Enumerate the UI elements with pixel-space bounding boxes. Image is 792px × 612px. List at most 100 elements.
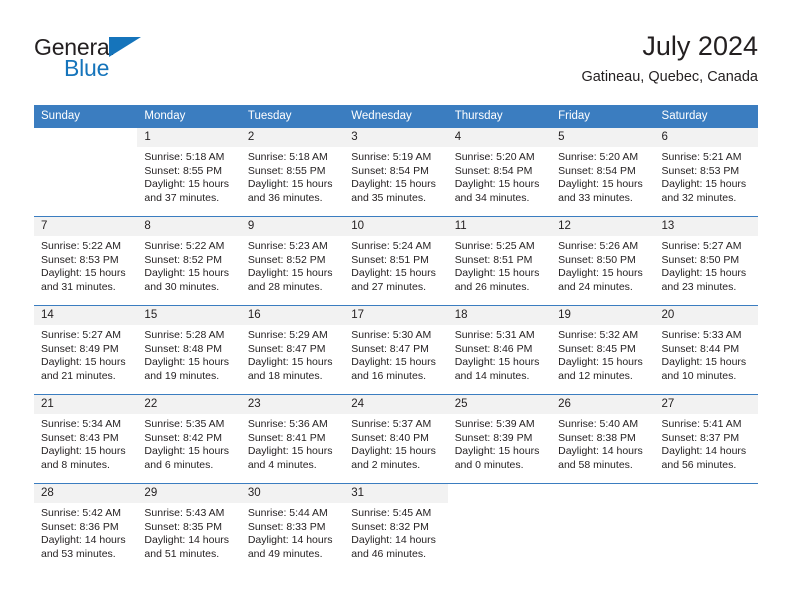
day-cell-inner: 11 Sunrise: 5:25 AM Sunset: 8:51 PM Dayligh… [447,216,552,305]
weekday-header-thursday: Thursday [447,105,552,127]
day-cell-inner: 5 Sunrise: 5:20 AM Sunset: 8:54 PM Daylight… [551,127,655,216]
daylight-text-line2: and 49 minutes. [247,547,323,560]
calendar-day-cell[interactable]: 23 Sunrise: 5:36 AM Sunset: 8:41 PM Dayligh… [240,394,345,483]
day-number: 3 [344,128,448,147]
day-details: Sunrise: 5:45 AM Sunset: 8:32 PM Daylight:… [344,503,447,561]
sunrise-text: Sunrise: 5:31 AM [454,329,535,341]
daylight-text-line2: and 19 minutes. [144,369,220,382]
daylight-text-line1: Daylight: 15 hours [661,356,747,369]
calendar-day-cell[interactable]: 8 Sunrise: 5:22 AM Sunset: 8:52 PM Daylight… [137,216,241,305]
day-details: Sunrise: 5:27 AM Sunset: 8:49 PM Daylight:… [34,325,137,383]
daylight-text-line2: and 14 minutes. [454,369,530,382]
daylight-text-line2: and 24 minutes. [558,280,633,293]
calendar-head: Sunday Monday Tuesday Wednesday Thursday… [34,105,758,127]
sunrise-text: Sunrise: 5:27 AM [41,329,121,341]
calendar-day-cell[interactable]: 15 Sunrise: 5:28 AM Sunset: 8:48 PM Dayligh… [137,305,241,394]
day-number: 19 [551,306,655,325]
calendar-day-cell[interactable]: 24 Sunrise: 5:37 AM Sunset: 8:40 PM Dayligh… [344,394,448,483]
calendar-day-cell[interactable]: 17 Sunrise: 5:30 AM Sunset: 8:47 PM Dayligh… [344,305,448,394]
day-details: Sunrise: 5:33 AM Sunset: 8:44 PM Daylight:… [655,325,758,383]
sunrise-text: Sunrise: 5:25 AM [454,240,535,252]
daylight-text-line2: and 16 minutes. [351,369,426,382]
calendar-day-cell[interactable]: 13 Sunrise: 5:27 AM Sunset: 8:50 PM Dayligh… [654,216,758,305]
sunset-text: Sunset: 8:38 PM [558,431,636,444]
page-title: July 2024 [642,31,758,61]
daylight-text-line1: Daylight: 15 hours [351,178,436,191]
daylight-text-line1: Daylight: 14 hours [41,534,126,547]
title-block: July 2024 Gatineau, Quebec, Canada [581,30,758,88]
calendar-day-cell[interactable]: 5 Sunrise: 5:20 AM Sunset: 8:54 PM Daylight… [551,127,655,216]
daylight-text-line2: and 46 minutes. [351,547,426,560]
calendar-day-cell[interactable]: 21 Sunrise: 5:34 AM Sunset: 8:43 PM Dayligh… [34,394,138,483]
calendar-day-cell[interactable]: 6 Sunrise: 5:21 AM Sunset: 8:53 PM Daylight… [654,127,758,216]
calendar-day-cell[interactable]: 14 Sunrise: 5:27 AM Sunset: 8:49 PM Dayligh… [34,305,138,394]
calendar-day-cell[interactable]: 25 Sunrise: 5:39 AM Sunset: 8:39 PM Dayligh… [447,394,552,483]
calendar-day-cell[interactable]: 16 Sunrise: 5:29 AM Sunset: 8:47 PM Dayligh… [240,305,345,394]
daylight-text-line1: Daylight: 15 hours [144,356,230,369]
daylight-text-line2: and 36 minutes. [247,191,323,204]
calendar-table: Sunday Monday Tuesday Wednesday Thursday… [34,105,758,572]
daylight-text-line2: and 58 minutes. [558,458,633,471]
daylight-text-line2: and 21 minutes. [41,369,116,382]
calendar-day-cell[interactable]: 19 Sunrise: 5:32 AM Sunset: 8:45 PM Dayligh… [551,305,655,394]
daylight-text-line1: Daylight: 15 hours [351,267,436,280]
day-details: Sunrise: 5:34 AM Sunset: 8:43 PM Daylight:… [34,414,137,472]
day-cell-inner [654,483,758,572]
day-details: Sunrise: 5:41 AM Sunset: 8:37 PM Daylight:… [655,414,758,472]
calendar-week-row: 14 Sunrise: 5:27 AM Sunset: 8:49 PM Dayligh… [34,305,758,394]
daylight-text-line2: and 37 minutes. [144,191,220,204]
sunset-text: Sunset: 8:36 PM [41,520,119,533]
daylight-text-line1: Daylight: 15 hours [661,267,747,280]
calendar-day-cell[interactable]: 3 Sunrise: 5:19 AM Sunset: 8:54 PM Daylight… [344,127,448,216]
sunset-text: Sunset: 8:35 PM [144,520,223,533]
day-cell-inner: 6 Sunrise: 5:21 AM Sunset: 8:53 PM Daylight… [654,127,758,216]
calendar-day-cell[interactable]: 12 Sunrise: 5:26 AM Sunset: 8:50 PM Dayligh… [551,216,655,305]
sunrise-text: Sunrise: 5:27 AM [661,240,742,252]
calendar-day-cell[interactable]: 9 Sunrise: 5:23 AM Sunset: 8:52 PM Daylight… [240,216,345,305]
calendar-day-cell[interactable]: 28 Sunrise: 5:42 AM Sunset: 8:36 PM Dayligh… [34,483,138,572]
daylight-text-line1: Daylight: 15 hours [558,267,643,280]
calendar-day-cell[interactable]: 22 Sunrise: 5:35 AM Sunset: 8:42 PM Dayligh… [137,394,241,483]
calendar-day-cell[interactable]: 30 Sunrise: 5:44 AM Sunset: 8:33 PM Dayligh… [240,483,345,572]
sunrise-text: Sunrise: 5:32 AM [558,329,639,341]
calendar-day-cell[interactable]: 29 Sunrise: 5:43 AM Sunset: 8:35 PM Dayligh… [137,483,241,572]
calendar-cell-empty [447,483,552,572]
sunrise-text: Sunrise: 5:18 AM [144,151,225,163]
day-details: Sunrise: 5:32 AM Sunset: 8:45 PM Daylight:… [551,325,654,383]
sunset-text: Sunset: 8:40 PM [351,431,429,444]
sunset-text: Sunset: 8:51 PM [351,253,429,266]
logo-flag-icon [109,37,141,57]
calendar-day-cell[interactable]: 11 Sunrise: 5:25 AM Sunset: 8:51 PM Dayligh… [447,216,552,305]
sunset-text: Sunset: 8:53 PM [661,164,740,177]
calendar-day-cell[interactable]: 4 Sunrise: 5:20 AM Sunset: 8:54 PM Daylight… [447,127,552,216]
day-details: Sunrise: 5:37 AM Sunset: 8:40 PM Daylight:… [344,414,447,472]
calendar-day-cell[interactable]: 1 Sunrise: 5:18 AM Sunset: 8:55 PM Daylight… [137,127,241,216]
daylight-text-line2: and 6 minutes. [144,458,214,471]
calendar-day-cell[interactable]: 27 Sunrise: 5:41 AM Sunset: 8:37 PM Dayligh… [654,394,758,483]
weekday-header-saturday: Saturday [654,105,758,127]
daylight-text-line2: and 12 minutes. [558,369,633,382]
calendar-day-cell[interactable]: 31 Sunrise: 5:45 AM Sunset: 8:32 PM Dayligh… [344,483,448,572]
general-blue-logo[interactable]: General Blue [34,34,234,86]
calendar-day-cell[interactable]: 7 Sunrise: 5:22 AM Sunset: 8:53 PM Daylight… [34,216,138,305]
sunset-text: Sunset: 8:32 PM [351,520,429,533]
sunset-text: Sunset: 8:33 PM [247,520,326,533]
daylight-text-line2: and 56 minutes. [661,458,737,471]
day-number [448,484,551,503]
calendar-day-cell[interactable]: 2 Sunrise: 5:18 AM Sunset: 8:55 PM Daylight… [240,127,345,216]
day-cell-inner: 17 Sunrise: 5:30 AM Sunset: 8:47 PM Dayligh… [344,305,448,394]
sunrise-text: Sunrise: 5:33 AM [661,329,742,341]
logo-text-blue: Blue [64,55,110,81]
day-number: 12 [551,217,655,236]
calendar-day-cell[interactable]: 18 Sunrise: 5:31 AM Sunset: 8:46 PM Dayligh… [447,305,552,394]
day-number: 25 [447,395,552,414]
daylight-text-line2: and 0 minutes. [454,458,524,471]
calendar-day-cell[interactable]: 26 Sunrise: 5:40 AM Sunset: 8:38 PM Dayligh… [551,394,655,483]
daylight-text-line1: Daylight: 15 hours [454,356,540,369]
daylight-text-line1: Daylight: 15 hours [454,267,540,280]
day-cell-inner: 12 Sunrise: 5:26 AM Sunset: 8:50 PM Dayligh… [551,216,655,305]
sunset-text: Sunset: 8:51 PM [454,253,533,266]
daylight-text-line1: Daylight: 14 hours [558,445,643,458]
calendar-day-cell[interactable]: 10 Sunrise: 5:24 AM Sunset: 8:51 PM Dayligh… [344,216,448,305]
calendar-day-cell[interactable]: 20 Sunrise: 5:33 AM Sunset: 8:44 PM Dayligh… [654,305,758,394]
